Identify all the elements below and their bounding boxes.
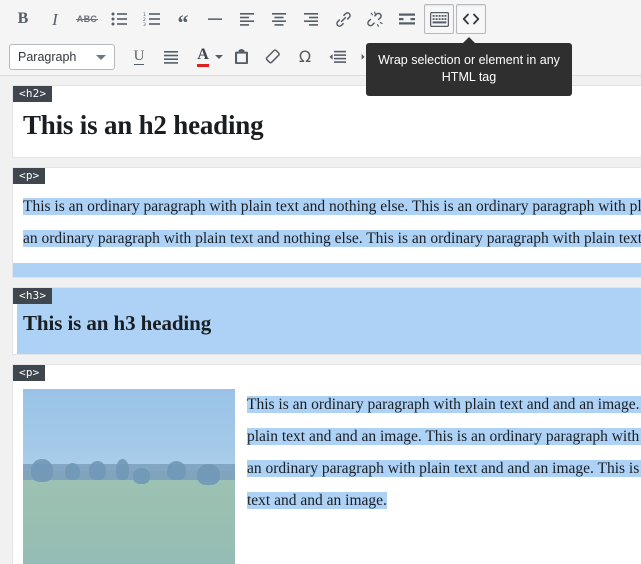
block-body: This is an h2 heading: [13, 86, 641, 157]
strikethrough-button[interactable]: ABC: [72, 4, 102, 34]
link-icon: [335, 11, 351, 27]
decrease-indent-button[interactable]: [322, 42, 352, 72]
editor-canvas[interactable]: <h2> This is an h2 heading <p> This is a…: [0, 76, 641, 564]
angle-brackets-icon: [462, 13, 480, 25]
blockquote-button[interactable]: “: [168, 4, 198, 34]
block-tag-badge: <h3>: [13, 288, 53, 304]
selection-band: [13, 263, 641, 277]
paste-as-text-button[interactable]: [226, 42, 256, 72]
align-center-icon: [272, 13, 286, 26]
editor-toolbar: B I ABC 1 2 3 “ Paragraph U A Ω Wrap sel…: [0, 0, 641, 96]
block-body: This is an h3 heading: [13, 288, 641, 354]
quote-icon: “: [177, 10, 189, 35]
tooltip: Wrap selection or element in any HTML ta…: [366, 37, 572, 96]
outdent-icon: [329, 50, 346, 63]
justify-button[interactable]: [156, 42, 186, 72]
paragraph-line: This is an ordinary paragraph with plain…: [23, 198, 641, 215]
underline-button[interactable]: U: [124, 42, 154, 72]
align-left-button[interactable]: [232, 4, 262, 34]
remove-link-button[interactable]: [360, 4, 390, 34]
block-tag-badge: <p>: [13, 365, 46, 381]
block-tag-badge: <p>: [13, 168, 46, 184]
underline-icon: U: [133, 48, 145, 65]
clipboard-icon: [234, 49, 248, 64]
paragraph-line: an ordinary paragraph with plain text an…: [23, 230, 641, 247]
paragraph-text: This is an ordinary paragraph with plain…: [23, 191, 641, 263]
toolbar-toggle-button[interactable]: [424, 4, 454, 34]
format-select-value: Paragraph: [18, 50, 77, 64]
image-paragraph-text: This is an ordinary paragraph with plain…: [247, 389, 641, 517]
align-justify-icon: [164, 51, 178, 64]
horizontal-line-button[interactable]: [200, 4, 230, 34]
italic-button[interactable]: I: [40, 4, 70, 34]
tooltip-text: Wrap selection or element in any HTML ta…: [378, 53, 560, 84]
special-character-button[interactable]: Ω: [290, 42, 320, 72]
image-tree: [65, 462, 81, 480]
image-text-row: This is an ordinary paragraph with plain…: [23, 389, 641, 564]
numbered-list-icon: 1 2 3: [143, 12, 160, 26]
image-tree: [196, 464, 221, 486]
horizontal-line-icon: [208, 18, 222, 20]
align-center-button[interactable]: [264, 4, 294, 34]
image-tree: [116, 459, 129, 480]
paragraph-line: an ordinary paragraph with plain text an…: [247, 460, 641, 477]
bulleted-list-icon: [111, 12, 127, 26]
keyboard-icon: [429, 11, 449, 27]
image-tree: [88, 460, 106, 480]
read-more-button[interactable]: [392, 4, 422, 34]
image-tree: [133, 467, 151, 484]
eraser-icon: [265, 49, 280, 64]
align-left-icon: [240, 13, 254, 26]
svg-text:3: 3: [143, 22, 146, 26]
image-tree: [167, 460, 187, 480]
block-heading3[interactable]: <h3> This is an h3 heading: [12, 287, 641, 355]
content-image[interactable]: [23, 389, 235, 564]
align-right-icon: [304, 13, 318, 26]
image-field: [23, 471, 235, 564]
italic-icon: I: [52, 9, 58, 29]
read-more-icon: [399, 13, 415, 25]
chevron-down-icon: [96, 55, 106, 60]
strikethrough-icon: ABC: [75, 14, 99, 24]
block-paragraph-with-image[interactable]: <p> This is an ordinary paragraph with p…: [12, 364, 641, 564]
code-tag-button[interactable]: [456, 4, 486, 34]
image-sky: [23, 389, 235, 472]
image-tree: [31, 459, 53, 482]
bold-button[interactable]: B: [8, 4, 38, 34]
unlink-icon: [367, 11, 383, 27]
toolbar-row-primary: B I ABC 1 2 3 “: [0, 0, 641, 38]
paragraph-line: text and and an image.: [247, 492, 387, 509]
block-paragraph-plain[interactable]: <p> This is an ordinary paragraph with p…: [12, 167, 641, 278]
block-tag-badge: <h2>: [13, 86, 53, 102]
editor-app: B I ABC 1 2 3 “ Paragraph U A Ω Wrap sel…: [0, 0, 641, 564]
format-select[interactable]: Paragraph: [9, 44, 115, 70]
text-color-button[interactable]: A: [188, 42, 218, 72]
block-body: This is an ordinary paragraph with plain…: [13, 168, 641, 277]
text-color-icon: A: [197, 47, 209, 67]
insert-link-button[interactable]: [328, 4, 358, 34]
heading2-text: This is an h2 heading: [23, 110, 264, 140]
heading3-text: This is an h3 heading: [23, 311, 212, 335]
block-body: This is an ordinary paragraph with plain…: [13, 365, 641, 564]
align-right-button[interactable]: [296, 4, 326, 34]
paragraph-text: This is an ordinary paragraph with plain…: [247, 389, 641, 517]
numbered-list-button[interactable]: 1 2 3: [136, 4, 166, 34]
omega-icon: Ω: [298, 47, 312, 66]
bold-icon: B: [17, 10, 29, 27]
bulleted-list-button[interactable]: [104, 4, 134, 34]
paragraph-line: This is an ordinary paragraph with plain…: [247, 396, 641, 413]
clear-formatting-button[interactable]: [258, 42, 288, 72]
paragraph-line: plain text and and an image. This is an …: [247, 428, 641, 445]
